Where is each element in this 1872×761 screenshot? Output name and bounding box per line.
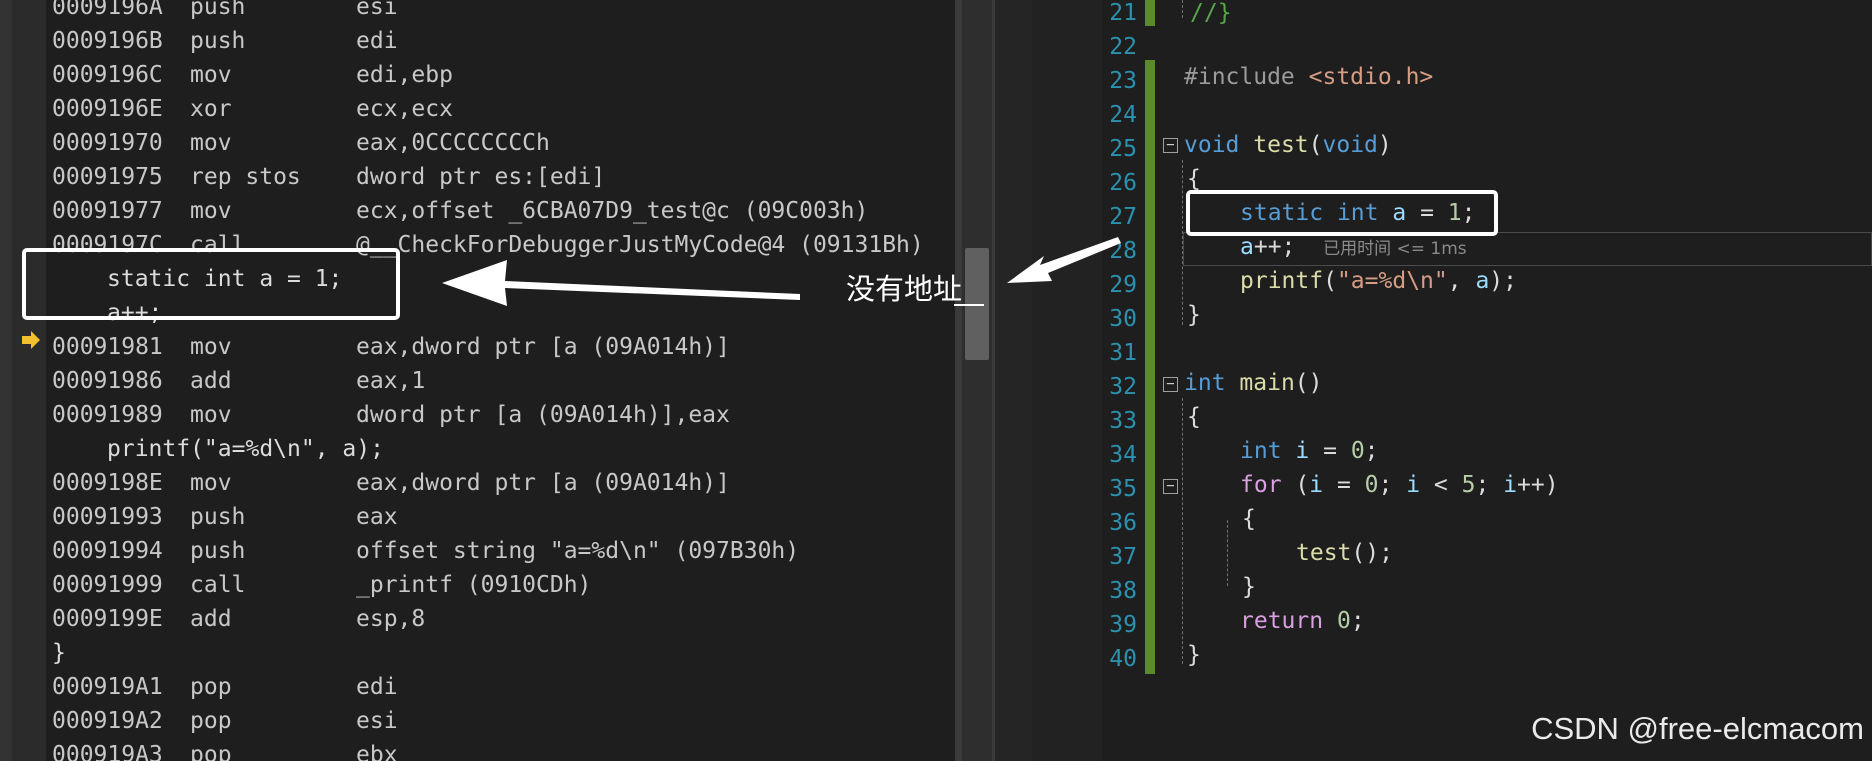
- arrow-to-source-icon: [1007, 237, 1121, 283]
- annotation-label: 没有地址: [846, 272, 963, 306]
- annotation-underline: [954, 304, 984, 306]
- annotation-arrows: [442, 237, 1121, 306]
- arrow-to-disassembly-icon: [442, 260, 800, 306]
- watermark: CSDN @free-elcmacom: [1531, 711, 1864, 746]
